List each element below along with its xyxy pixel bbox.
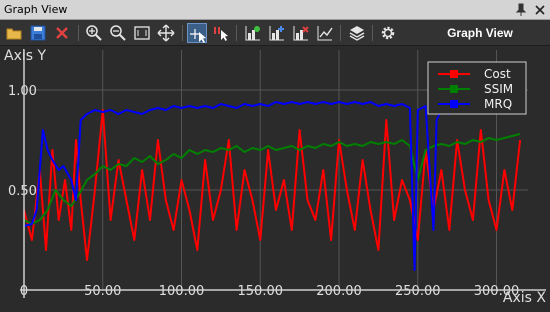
close-x-icon[interactable]	[52, 23, 72, 43]
legend-label-cost: Cost	[484, 67, 511, 81]
title-bar: Graph View	[0, 0, 550, 20]
series-line-cost	[23, 109, 522, 261]
toolbar-separator	[182, 25, 183, 41]
select-cursor-icon[interactable]	[187, 23, 207, 43]
pan-move-icon[interactable]	[156, 23, 176, 43]
zoom-in-icon[interactable]	[84, 23, 104, 43]
pin-icon[interactable]	[513, 2, 529, 18]
save-icon[interactable]	[28, 23, 48, 43]
x-tick-label: 250.00	[395, 284, 441, 299]
bar-chart-add-icon[interactable]	[243, 23, 263, 43]
legend-label-mrq: MRQ	[484, 97, 512, 111]
window-title: Graph View	[4, 3, 68, 16]
legend-label-ssim: SSIM	[484, 82, 513, 96]
legend-marker	[450, 85, 458, 93]
x-tick-label: 100.00	[159, 284, 205, 299]
series-layer	[23, 101, 522, 271]
x-axis-label: Axis X	[503, 290, 546, 306]
legend: CostSSIMMRQ	[427, 61, 527, 115]
magnet-cursor-icon[interactable]	[211, 23, 231, 43]
graph-plot-area[interactable]: 050.00100.00150.00200.00250.00300.000.50…	[0, 46, 550, 312]
graph-view-window: Graph View Graph View 50.00 100.00 150.0…	[0, 0, 550, 312]
line-chart-icon[interactable]	[315, 23, 335, 43]
toolbar-separator	[236, 25, 237, 41]
toolbar: Graph View	[0, 20, 550, 46]
x-tick-label: 200.00	[316, 284, 362, 299]
bar-chart-remove-icon[interactable]	[291, 23, 311, 43]
toolbar-separator	[372, 25, 373, 41]
legend-marker	[450, 100, 458, 108]
bar-chart-plus-icon[interactable]	[267, 23, 287, 43]
layers-icon[interactable]	[347, 23, 367, 43]
toolbar-title: Graph View	[447, 26, 513, 40]
x-tick-label: 150.00	[238, 284, 284, 299]
open-folder-icon[interactable]	[4, 23, 24, 43]
settings-gear-icon[interactable]	[378, 23, 398, 43]
y-tick-label: 0.50	[8, 184, 37, 199]
fit-view-icon[interactable]	[132, 23, 152, 43]
y-tick-label: 1.00	[8, 84, 37, 99]
x-tick-label: 50.00	[84, 284, 121, 299]
zoom-out-icon[interactable]	[108, 23, 128, 43]
y-axis-label: Axis Y	[4, 48, 46, 64]
legend-marker	[450, 70, 458, 78]
toolbar-separator	[340, 25, 341, 41]
close-window-icon[interactable]	[532, 2, 548, 18]
toolbar-separator	[78, 25, 79, 41]
